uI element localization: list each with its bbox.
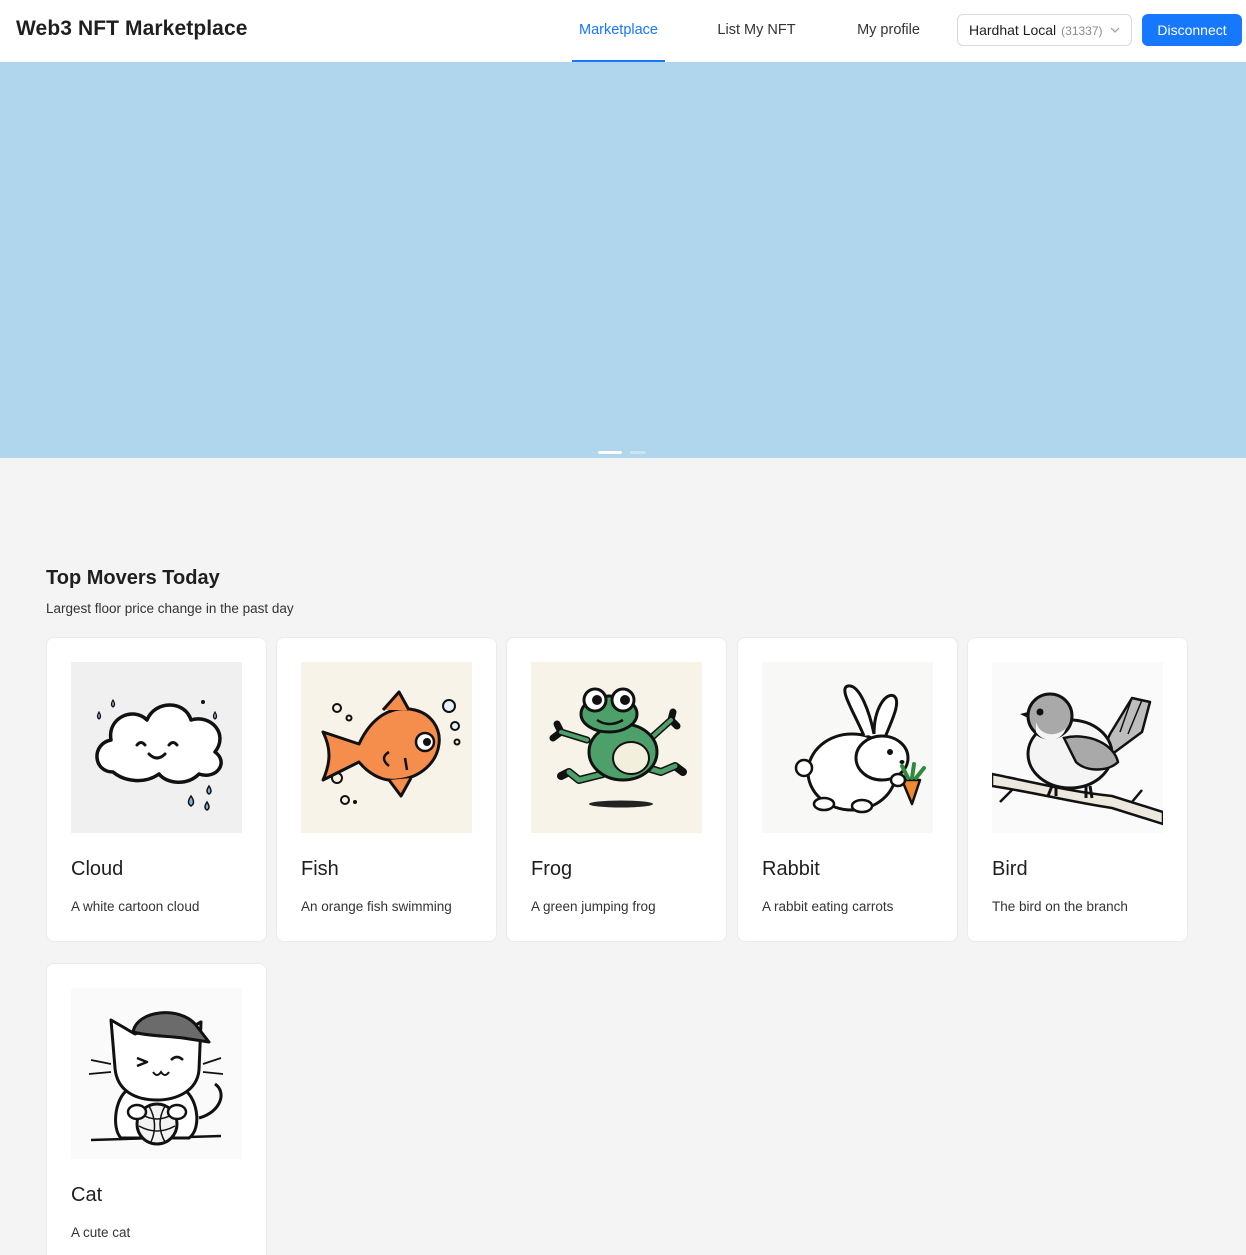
fish-icon bbox=[301, 662, 472, 833]
nft-image-fish bbox=[301, 662, 472, 833]
nft-description: A white cartoon cloud bbox=[71, 899, 200, 914]
nft-description: A rabbit eating carrots bbox=[762, 899, 894, 914]
nft-card-fish[interactable]: Fish An orange fish swimming bbox=[276, 637, 497, 942]
tab-marketplace[interactable]: Marketplace bbox=[572, 0, 665, 62]
top-navbar: Web3 NFT Marketplace Marketplace List My… bbox=[0, 0, 1246, 62]
tab-my-profile[interactable]: My profile bbox=[846, 0, 931, 62]
nft-name: Rabbit bbox=[762, 858, 820, 880]
nft-card-cat[interactable]: Cat A cute cat bbox=[46, 963, 267, 1255]
tab-marketplace-label: Marketplace bbox=[579, 22, 658, 38]
section-title: Top Movers Today bbox=[46, 567, 220, 589]
carousel-dot-2[interactable] bbox=[630, 451, 646, 454]
nft-description: A green jumping frog bbox=[531, 899, 656, 914]
nft-description: A cute cat bbox=[71, 1225, 131, 1240]
nft-description: The bird on the branch bbox=[992, 899, 1128, 914]
frog-icon bbox=[531, 662, 702, 833]
nft-name: Fish bbox=[301, 858, 339, 880]
nft-card-cloud[interactable]: Cloud A white cartoon cloud bbox=[46, 637, 267, 942]
nft-name: Cloud bbox=[71, 858, 124, 880]
nft-name: Cat bbox=[71, 1184, 103, 1206]
cloud-icon bbox=[71, 662, 242, 833]
nft-image-rabbit bbox=[762, 662, 933, 833]
nft-image-bird bbox=[992, 662, 1163, 833]
bird-icon bbox=[992, 662, 1163, 833]
section-subtitle: Largest floor price change in the past d… bbox=[46, 601, 294, 616]
nft-card-rabbit[interactable]: Rabbit A rabbit eating carrots bbox=[737, 637, 958, 942]
nft-image-cloud bbox=[71, 662, 242, 833]
nft-card-frog[interactable]: Frog A green jumping frog bbox=[506, 637, 727, 942]
chevron-down-icon bbox=[1110, 27, 1120, 33]
rabbit-icon bbox=[762, 662, 933, 833]
network-chain-id: (31337) bbox=[1061, 24, 1103, 38]
cat-icon bbox=[71, 988, 242, 1159]
tab-my-profile-label: My profile bbox=[857, 22, 920, 38]
disconnect-button[interactable]: Disconnect bbox=[1142, 14, 1242, 46]
nft-image-frog bbox=[531, 662, 702, 833]
banner-carousel bbox=[0, 62, 1246, 458]
carousel-dot-1[interactable] bbox=[598, 451, 622, 454]
nft-card-bird[interactable]: Bird The bird on the branch bbox=[967, 637, 1188, 942]
nft-name: Frog bbox=[531, 858, 573, 880]
nft-description: An orange fish swimming bbox=[301, 899, 452, 914]
network-select[interactable]: Hardhat Local (31337) bbox=[957, 14, 1132, 46]
nft-name: Bird bbox=[992, 858, 1028, 880]
tab-list-my-nft-label: List My NFT bbox=[717, 22, 796, 38]
tab-list-my-nft[interactable]: List My NFT bbox=[709, 0, 804, 62]
app-title: Web3 NFT Marketplace bbox=[16, 17, 248, 40]
network-name: Hardhat Local bbox=[969, 22, 1057, 38]
nft-image-cat bbox=[71, 988, 242, 1159]
